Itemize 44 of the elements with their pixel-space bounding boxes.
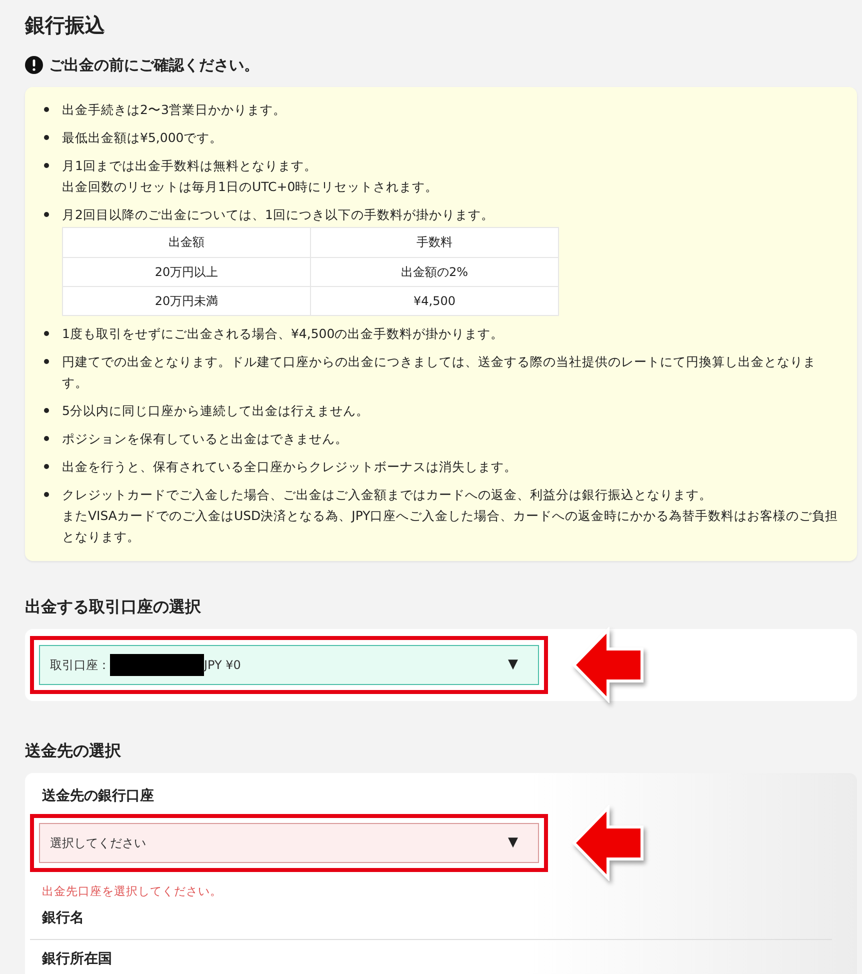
bullet-icon [44, 358, 49, 364]
field-label: 送金先の銀行口座 [41, 786, 155, 804]
table-cell: 20万円未満 [62, 286, 310, 315]
notice-text: 最低出金額は¥5,000です。 [62, 128, 224, 146]
dropdown[interactable]: 選択してください ▼ [39, 822, 539, 862]
notice-text: 月1回までは出金手数料は無料となります。 [62, 156, 318, 174]
error-message: 出金先口座を選択してください。 [41, 882, 223, 898]
bullet-icon [44, 408, 49, 412]
bullet-icon [44, 464, 49, 468]
dropdown[interactable]: 取引口座： JPY ¥0 ▼ [39, 644, 539, 684]
bullet-icon [44, 436, 49, 440]
notice-text: 出金手続きは2〜3営業日かかります。 [62, 100, 287, 118]
notice-text: ポジションを保有していると出金はできません。 [62, 430, 349, 448]
caret-icon: ▼ [508, 654, 518, 674]
notice-heading: ご出金の前にご確認ください。 [49, 55, 259, 76]
notice-text: またVISAカードでのご入金はUSD決済となる為、JPY口座へご入金した場合、カードへの返金時にかかる為替手数料はお客様のご負担となります。 [62, 506, 840, 546]
field-label: 銀行所在国 [42, 950, 113, 968]
field-label: 銀行名 [42, 908, 85, 926]
bullet-icon [44, 162, 49, 168]
notice-text: 出金回数のリセットは毎月1日のUTC+0時にリセットされます。 [62, 178, 440, 196]
dropdown-label: 取引口座： [50, 656, 110, 674]
dropdown-value: JPY ¥0 [204, 656, 241, 674]
table-cell: 20万円以上 [62, 257, 310, 286]
table-header: 出金額 [62, 227, 310, 257]
bullet-icon [44, 212, 49, 216]
table-cell: 出金額の2% [310, 257, 558, 286]
page-title: 銀行振込 [25, 12, 106, 39]
bullet-icon [44, 330, 49, 336]
caret-icon: ▼ [508, 832, 518, 852]
exclamation-icon [25, 56, 43, 74]
notice-text: 1度も取引をせずにご出金される場合、¥4,500の出金手数料が掛かります。 [62, 324, 505, 342]
dropdown-value: 選択してください [50, 834, 146, 852]
bullet-icon [44, 492, 49, 496]
section-heading: 出金する取引口座の選択 [25, 596, 202, 618]
notice-text: 円建てでの出金となります。ドル建て口座からの出金につきましては、送金する際の当社提供のレートにて円換算し出金となります。 [62, 352, 817, 392]
notice-text: 月2回目以降のご出金については、1回につき以下の手数料が掛かります。 [62, 206, 495, 224]
section-heading: 送金先の選択 [25, 740, 122, 762]
table-header: 手数料 [310, 227, 558, 257]
notice-text: 5分以内に同じ口座から連続して出金は行えません。 [62, 402, 370, 420]
bullet-icon [44, 134, 49, 140]
notice-text: クレジットカードでご入金した場合、ご出金はご入金額まではカードへの返金、利益分は銀行振込となります。 [62, 486, 713, 504]
table-cell: ¥4,500 [310, 286, 558, 315]
notice-text: 出金を行うと、保有されている全口座からクレジットボーナスは消失します。 [62, 458, 518, 476]
bullet-icon [44, 106, 49, 112]
